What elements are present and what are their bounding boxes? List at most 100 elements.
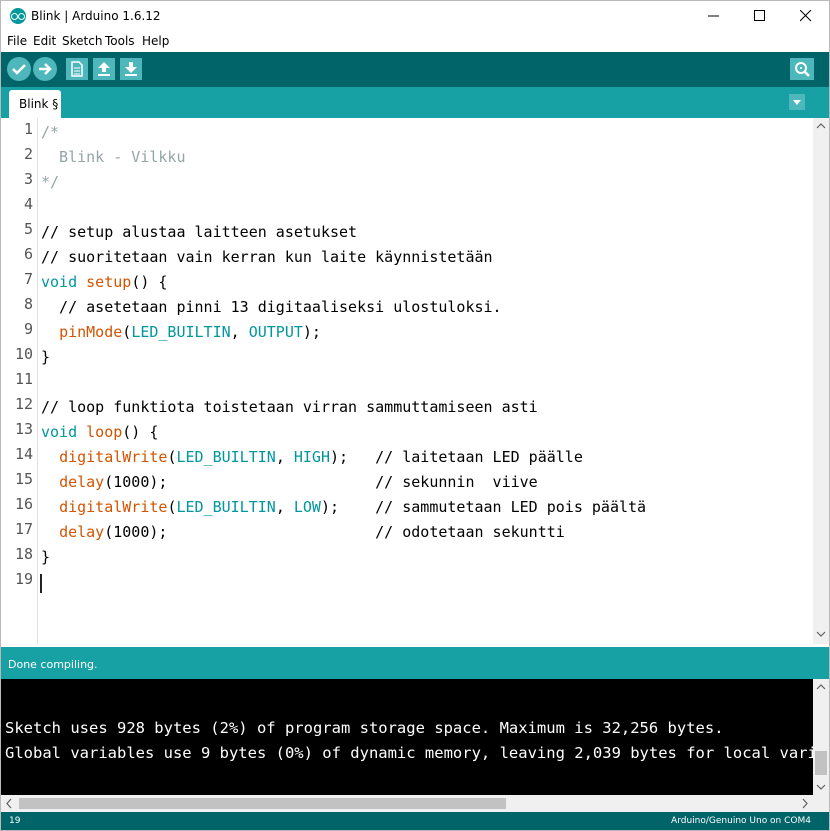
line-number: 18 bbox=[14, 545, 33, 563]
line-number: 11 bbox=[14, 370, 33, 388]
code-token: LED_BUILTIN bbox=[176, 448, 276, 466]
menu-sketch[interactable]: Sketch bbox=[62, 34, 102, 48]
code-line[interactable]: delay(1000); // sekunnin viive bbox=[41, 470, 538, 495]
line-number: 1 bbox=[23, 120, 33, 138]
code-editor[interactable]: 1 2 3 4 5 6 7 8 9 10 11 12 13 14 15 16 17 18 19 /* Blink -… bbox=[1, 118, 813, 644]
code-token: // loop funktiota toistetaan virran samm… bbox=[41, 398, 538, 416]
scroll-up-icon[interactable] bbox=[813, 118, 829, 134]
line-number: 15 bbox=[14, 470, 33, 488]
menu-help[interactable]: Help bbox=[142, 34, 169, 48]
code-token: void bbox=[41, 423, 78, 441]
scroll-left-icon[interactable] bbox=[1, 795, 17, 812]
code-line[interactable]: Blink - Vilkku bbox=[41, 145, 185, 170]
scroll-up-icon[interactable] bbox=[813, 679, 829, 695]
code-line[interactable]: // asetetaan pinni 13 digitaaliseksi ulo… bbox=[41, 295, 502, 320]
code-token: , bbox=[275, 448, 294, 466]
tab-blink[interactable]: Blink § bbox=[9, 90, 61, 118]
console-scroll-thumb[interactable] bbox=[815, 751, 827, 775]
menu-file[interactable]: File bbox=[7, 34, 27, 48]
code-token: delay bbox=[59, 473, 105, 491]
line-number: 17 bbox=[14, 520, 33, 538]
tab-menu-button[interactable] bbox=[789, 94, 805, 110]
code-line[interactable]: pinMode(LED_BUILTIN, OUTPUT); bbox=[41, 320, 321, 345]
code-line[interactable]: // setup alustaa laitteen asetukset bbox=[41, 220, 357, 245]
scroll-down-icon[interactable] bbox=[813, 626, 829, 642]
board-port-info: Arduino/Genuino Uno on COM4 bbox=[671, 816, 811, 826]
code-token: LED_BUILTIN bbox=[176, 498, 276, 516]
code-token: delay bbox=[59, 523, 105, 541]
code-line[interactable]: digitalWrite(LED_BUILTIN, HIGH); // lait… bbox=[41, 445, 583, 470]
verify-button[interactable] bbox=[7, 57, 31, 81]
open-icon bbox=[98, 62, 110, 76]
new-sketch-button[interactable] bbox=[66, 58, 88, 80]
code-token: ); bbox=[302, 323, 321, 341]
code-token: ( bbox=[122, 323, 132, 341]
minimize-button[interactable] bbox=[691, 1, 737, 32]
menu-edit[interactable]: Edit bbox=[33, 34, 56, 48]
console-output[interactable]: Sketch uses 928 bytes (2%) of program st… bbox=[1, 679, 813, 795]
line-number: 16 bbox=[14, 495, 33, 513]
code-line[interactable]: delay(1000); // odotetaan sekuntti bbox=[41, 520, 565, 545]
code-line[interactable]: void setup() { bbox=[41, 270, 167, 295]
code-line[interactable]: */ bbox=[41, 170, 59, 195]
console-line: Global variables use 9 bytes (0%) of dyn… bbox=[5, 744, 813, 762]
serial-monitor-button[interactable] bbox=[790, 58, 814, 80]
scroll-down-icon[interactable] bbox=[813, 779, 829, 795]
editor-vertical-scrollbar[interactable] bbox=[813, 118, 829, 644]
code-token: , bbox=[275, 498, 294, 516]
close-button[interactable] bbox=[783, 1, 829, 32]
code-token: () { bbox=[131, 273, 168, 291]
menu-tools[interactable]: Tools bbox=[105, 34, 135, 48]
line-number: 5 bbox=[23, 220, 33, 238]
line-number: 19 bbox=[14, 570, 33, 588]
text-caret bbox=[40, 574, 42, 593]
upload-button[interactable] bbox=[33, 57, 57, 81]
code-area[interactable]: /* Blink - Vilkku */ // setup alustaa lait… bbox=[41, 118, 813, 644]
console-vertical-scrollbar[interactable] bbox=[813, 679, 829, 795]
code-token: } bbox=[41, 348, 51, 366]
code-line[interactable]: // suoritetaan vain kerran kun laite käy… bbox=[41, 245, 493, 270]
code-token: ); // sammutetaan LED pois päältä bbox=[320, 498, 647, 516]
open-sketch-button[interactable] bbox=[93, 58, 115, 80]
code-token: OUTPUT bbox=[248, 323, 303, 341]
code-line[interactable]: } bbox=[41, 345, 50, 370]
code-token: , bbox=[230, 323, 249, 341]
code-token: loop bbox=[86, 423, 123, 441]
console-horizontal-scrollbar[interactable] bbox=[1, 795, 829, 812]
code-line[interactable]: /* bbox=[41, 120, 59, 145]
save-sketch-button[interactable] bbox=[120, 58, 142, 80]
code-token: () { bbox=[122, 423, 159, 441]
horizontal-scroll-thumb[interactable] bbox=[19, 798, 506, 809]
code-token: digitalWrite bbox=[59, 498, 168, 516]
code-token: LED_BUILTIN bbox=[131, 323, 231, 341]
code-line[interactable]: void loop() { bbox=[41, 420, 158, 445]
line-number: 10 bbox=[14, 345, 33, 363]
code-line[interactable]: digitalWrite(LED_BUILTIN, LOW); // sammu… bbox=[41, 495, 646, 520]
line-number: 12 bbox=[14, 395, 33, 413]
code-token: digitalWrite bbox=[59, 448, 168, 466]
line-number: 3 bbox=[23, 170, 33, 188]
minimize-icon bbox=[708, 15, 719, 17]
status-message: Done compiling. bbox=[8, 658, 98, 671]
maximize-button[interactable] bbox=[737, 1, 783, 32]
code-token: ); // laitetaan LED päälle bbox=[330, 448, 583, 466]
arduino-logo-icon bbox=[10, 8, 26, 24]
upload-icon bbox=[39, 63, 52, 75]
window-title: Blink | Arduino 1.6.12 bbox=[31, 9, 161, 23]
line-number: 4 bbox=[23, 195, 33, 213]
current-line-number: 19 bbox=[9, 816, 21, 826]
arduino-window: Blink | Arduino 1.6.12 File Edit Sketch … bbox=[0, 0, 830, 831]
line-number: 13 bbox=[14, 420, 33, 438]
code-line[interactable]: // loop funktiota toistetaan virran samm… bbox=[41, 395, 538, 420]
code-token: setup bbox=[86, 273, 132, 291]
code-token: void bbox=[41, 273, 78, 291]
code-token: // setup alustaa laitteen asetukset bbox=[41, 223, 358, 241]
code-line[interactable]: } bbox=[41, 545, 50, 570]
maximize-icon bbox=[754, 10, 765, 21]
scroll-right-icon[interactable] bbox=[797, 795, 813, 812]
